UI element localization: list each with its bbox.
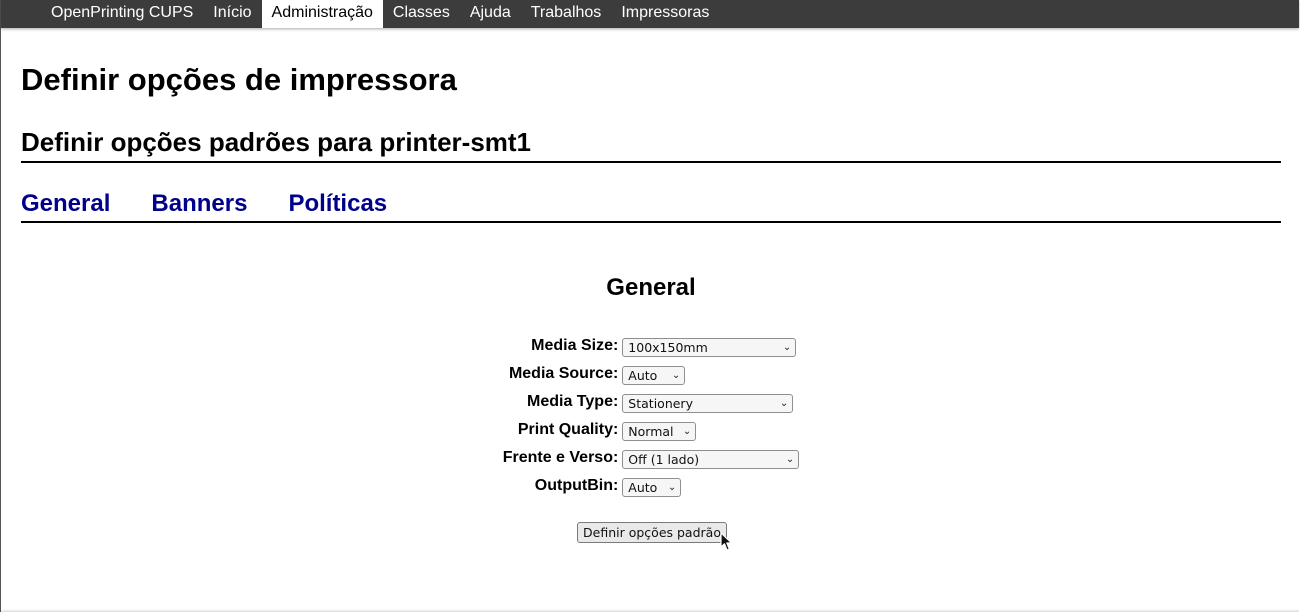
option-control: Normal ⌄ [622,416,799,444]
option-control: Auto ⌄ [622,360,799,388]
set-default-options-button[interactable]: Definir opções padrão [577,522,727,543]
tab-general[interactable]: General [21,189,110,219]
option-tabs: General Banners Políticas [21,189,1281,223]
nav-link-inicio[interactable]: Início [203,0,261,28]
option-control: Stationery ⌄ [622,388,799,416]
option-label: OutputBin: [534,477,619,494]
option-label: Frente e Verso: [502,449,619,466]
nav-item-cups[interactable]: OpenPrinting CUPS [41,0,203,28]
submit-area: Definir opções padrão [21,522,1281,543]
chevron-down-icon: ⌄ [782,341,792,353]
option-row-print-quality: Print Quality: Normal ⌄ [503,416,800,444]
mouse-pointer-icon [720,532,733,551]
print-quality-select[interactable]: Normal ⌄ [622,421,697,441]
option-row-duplex: Frente e Verso: Off (1 lado) ⌄ [503,444,800,472]
option-control: 100x150mm ⌄ [622,332,799,360]
browser-page: OpenPrinting CUPS Início Administração C… [0,0,1299,612]
select-value: Auto [628,367,658,383]
nav-item-ajuda[interactable]: Ajuda [460,0,521,28]
tab-politicas[interactable]: Políticas [288,189,387,219]
section-title: General [606,274,696,301]
nav-item-administracao[interactable]: Administração [261,0,383,28]
nav-item-inicio[interactable]: Início [203,0,261,28]
nav-link-impressoras[interactable]: Impressoras [611,0,719,28]
nav-link-trabalhos[interactable]: Trabalhos [521,0,612,28]
option-row-output-bin: OutputBin: Auto ⌄ [503,472,800,500]
page-title: Definir opções de impressora [21,62,457,97]
page-subtitle: Definir opções padrões para printer-smt1 [21,127,1281,163]
select-value: Auto [628,479,658,495]
option-row-media-source: Media Source: Auto ⌄ [503,360,800,388]
chevron-down-icon: ⌄ [667,481,677,493]
nav-link-cups[interactable]: OpenPrinting CUPS [41,0,203,28]
media-type-select[interactable]: Stationery ⌄ [622,393,794,413]
nav-link-classes[interactable]: Classes [383,0,460,28]
output-bin-select[interactable]: Auto ⌄ [622,477,682,497]
nav-item-classes[interactable]: Classes [383,0,460,28]
select-value: Off (1 lado) [628,451,700,467]
chevron-down-icon: ⌄ [785,453,795,465]
option-row-media-type: Media Type: Stationery ⌄ [503,388,800,416]
nav-item-impressoras[interactable]: Impressoras [611,0,719,28]
option-label: Media Size: [531,337,619,354]
option-row-media-size: Media Size: 100x150mm ⌄ [503,332,800,360]
select-value: 100x150mm [628,339,708,355]
option-label: Media Type: [527,393,619,410]
nav-link-ajuda[interactable]: Ajuda [460,0,521,28]
chevron-down-icon: ⌄ [671,369,681,381]
nav-link-administracao[interactable]: Administração [261,0,383,28]
option-control: Off (1 lado) ⌄ [622,444,800,472]
duplex-select[interactable]: Off (1 lado) ⌄ [622,449,800,469]
main-content: Definir opções de impressora Definir opç… [21,28,1281,543]
options-table: Media Size: 100x150mm ⌄ Media Source: Au… [503,332,800,500]
top-navigation: OpenPrinting CUPS Início Administração C… [1,0,1299,28]
media-size-select[interactable]: 100x150mm ⌄ [622,337,797,357]
tab-banners[interactable]: Banners [151,189,247,219]
chevron-down-icon: ⌄ [779,397,789,409]
option-control: Auto ⌄ [622,472,799,500]
select-value: Stationery [628,395,693,411]
option-label: Print Quality: [517,421,619,438]
nav-item-trabalhos[interactable]: Trabalhos [521,0,612,28]
media-source-select[interactable]: Auto ⌄ [622,365,686,385]
option-label: Media Source: [508,365,619,382]
chevron-down-icon: ⌄ [682,425,692,437]
select-value: Normal [628,423,674,439]
